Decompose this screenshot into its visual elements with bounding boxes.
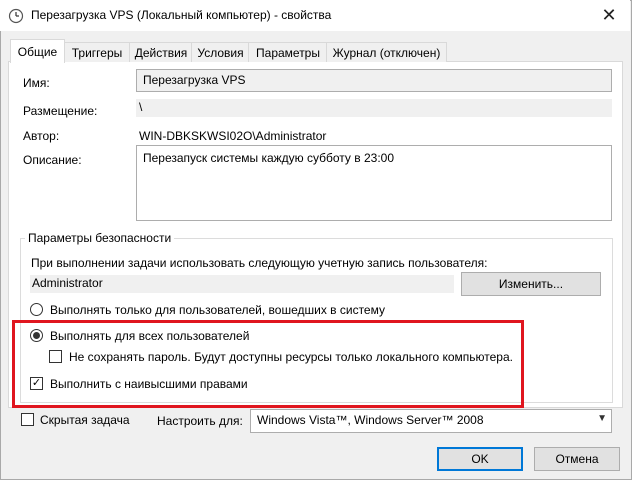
change-user-button[interactable]: Изменить... [461,272,601,296]
tab-conditions[interactable]: Условия [191,42,250,62]
account-value: Administrator [30,275,454,293]
name-label: Имя: [23,76,50,90]
ok-button[interactable]: OK [437,447,523,471]
name-field[interactable]: Перезагрузка VPS [136,69,612,92]
tab-general[interactable]: Общие [10,39,65,63]
tab-settings[interactable]: Параметры [248,42,328,62]
window-title: Перезагрузка VPS (Локальный компьютер) -… [31,8,332,22]
author-label: Автор: [23,129,60,143]
description-field[interactable]: Перезапуск системы каждую субботу в 23:0… [136,145,612,221]
security-group-title: Параметры безопасности [25,231,175,245]
tab-history[interactable]: Журнал (отключен) [326,42,447,62]
configure-for-label: Настроить для: [157,414,243,428]
location-label: Размещение: [23,104,98,118]
location-value: \ [136,99,612,117]
close-icon: ✕ [601,5,617,25]
description-label: Описание: [23,153,82,167]
hidden-task-label: Скрытая задача [40,413,130,427]
tab-actions[interactable]: Действия [129,42,193,62]
radio-logged-on-only[interactable] [30,303,43,316]
chevron-down-icon: ▼ [597,413,607,424]
task-scheduler-icon [8,8,24,24]
radio-logged-on-label: Выполнять только для пользователей, воше… [50,303,385,317]
cancel-button[interactable]: Отмена [534,447,620,471]
configure-for-value: Windows Vista™, Windows Server™ 2008 [257,413,484,427]
author-value: WIN-DBKSKWSI02O\Administrator [139,129,327,143]
configure-for-select[interactable]: Windows Vista™, Windows Server™ 2008 ▼ [250,409,612,433]
close-button[interactable]: ✕ [586,0,632,31]
tab-triggers[interactable]: Триггеры [63,42,131,62]
highlight-box [12,320,524,408]
account-prompt: При выполнении задачи использовать следу… [31,256,488,270]
checkbox-hidden-task[interactable] [21,413,34,426]
